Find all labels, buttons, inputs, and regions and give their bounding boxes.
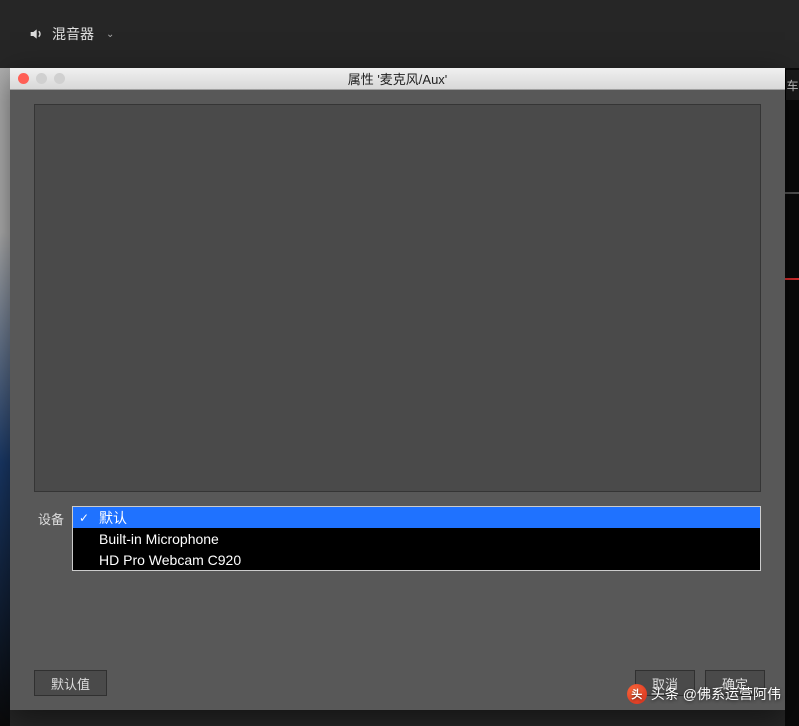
close-icon[interactable] — [18, 73, 29, 84]
minimize-icon[interactable] — [36, 73, 47, 84]
properties-dialog: 属性 '麦克风/Aux' 设备 ▲▼ ✓ 默认 Built-in Microp — [10, 68, 785, 710]
background-right-strip — [785, 68, 799, 726]
side-separator — [785, 192, 799, 194]
device-option-label: Built-in Microphone — [99, 531, 219, 547]
defaults-button[interactable]: 默认值 — [34, 670, 107, 696]
zoom-icon[interactable] — [54, 73, 65, 84]
device-label: 设备 — [34, 506, 72, 528]
watermark-text: @佛系运营阿伟 — [683, 684, 781, 704]
background-left-strip — [0, 68, 10, 726]
mixer-dropdown-button[interactable]: 混音器 ⌄ — [18, 18, 124, 50]
mixer-label: 混音器 — [52, 24, 94, 44]
preview-area — [34, 104, 761, 492]
watermark: 头 头条 @佛系运营阿伟 — [627, 684, 781, 704]
side-tab-label: 车 — [786, 77, 798, 94]
window-controls — [10, 73, 65, 84]
watermark-prefix: 头条 — [651, 684, 679, 704]
device-option-webcam[interactable]: HD Pro Webcam C920 — [73, 549, 760, 570]
device-option-default[interactable]: ✓ 默认 — [73, 507, 760, 528]
side-tab[interactable]: 车 — [785, 70, 799, 100]
dialog-titlebar[interactable]: 属性 '麦克风/Aux' — [10, 68, 785, 90]
device-option-label: 默认 — [99, 508, 127, 528]
device-option-builtin-mic[interactable]: Built-in Microphone — [73, 528, 760, 549]
check-icon: ✓ — [79, 511, 89, 525]
chevron-down-icon: ⌄ — [106, 29, 114, 40]
speaker-icon — [28, 26, 44, 42]
device-option-label: HD Pro Webcam C920 — [99, 552, 241, 568]
device-dropdown-menu: ✓ 默认 Built-in Microphone HD Pro Webcam C… — [72, 506, 761, 571]
watermark-logo-icon: 头 — [627, 684, 647, 704]
dialog-title: 属性 '麦克风/Aux' — [10, 69, 785, 88]
red-indicator — [785, 278, 799, 280]
